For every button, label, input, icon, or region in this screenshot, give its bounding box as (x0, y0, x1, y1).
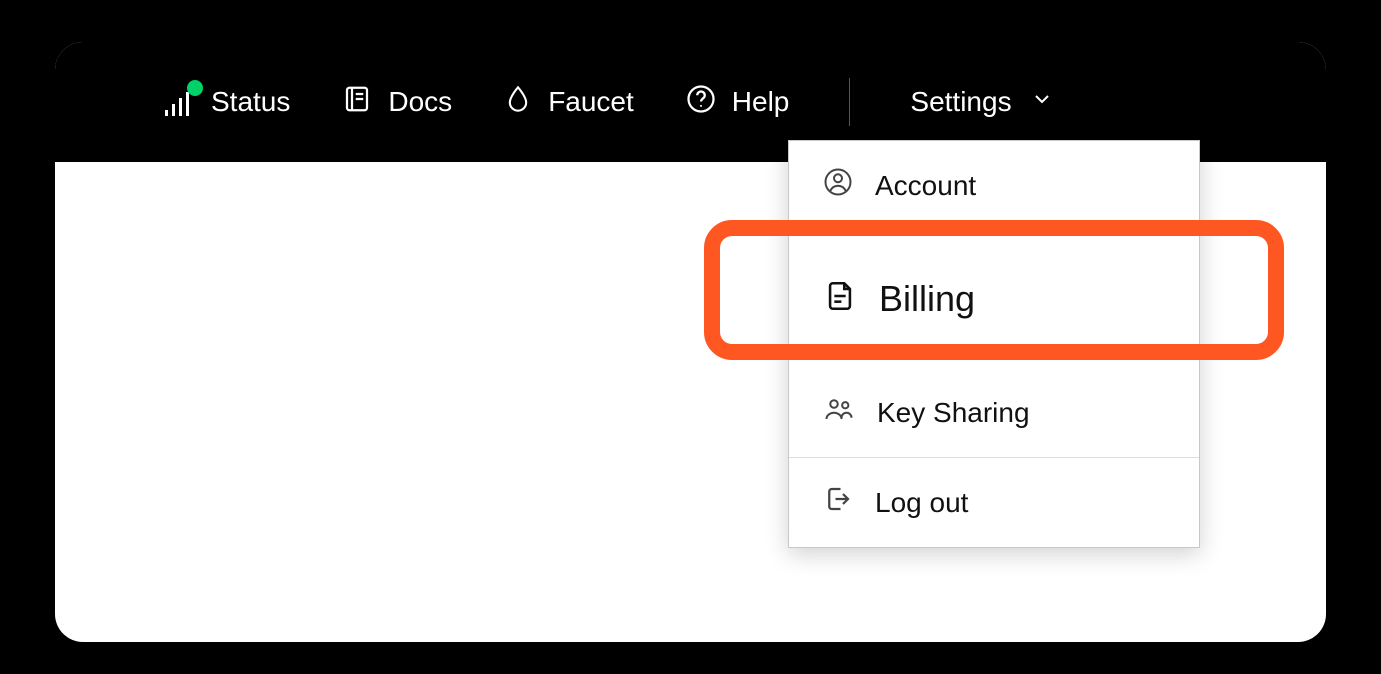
app-window: Status Docs Faucet (55, 42, 1326, 642)
dropdown-item-logout[interactable]: Log out (789, 458, 1199, 547)
signal-icon (165, 88, 195, 116)
nav-faucet[interactable]: Faucet (504, 84, 634, 121)
nav-divider (849, 78, 850, 126)
dropdown-item-billing[interactable]: Billing (789, 230, 1199, 368)
settings-dropdown: Account Billing (788, 140, 1200, 548)
settings-label: Settings (910, 86, 1011, 118)
nav-help-label: Help (732, 86, 790, 118)
nav-docs-label: Docs (388, 86, 452, 118)
nav-faucet-label: Faucet (548, 86, 634, 118)
settings-menu-trigger[interactable]: Settings (910, 86, 1053, 118)
dropdown-item-label: Key Sharing (877, 397, 1030, 429)
nav-docs[interactable]: Docs (342, 84, 452, 121)
dropdown-item-label: Log out (875, 487, 968, 519)
status-indicator-dot (187, 80, 203, 96)
dropdown-item-account[interactable]: Account (789, 141, 1199, 230)
user-icon (823, 167, 853, 204)
book-icon (342, 84, 372, 121)
dropdown-item-label: Billing (879, 278, 975, 320)
dropdown-item-label: Account (875, 170, 976, 202)
nav-status[interactable]: Status (165, 86, 290, 118)
logout-icon (823, 484, 853, 521)
users-icon (823, 394, 855, 431)
droplet-icon (504, 84, 532, 121)
help-icon (686, 84, 716, 121)
dropdown-item-key-sharing[interactable]: Key Sharing (789, 368, 1199, 457)
nav-help[interactable]: Help (686, 84, 790, 121)
invoice-icon (823, 279, 857, 320)
nav-status-label: Status (211, 86, 290, 118)
chevron-down-icon (1030, 86, 1054, 118)
